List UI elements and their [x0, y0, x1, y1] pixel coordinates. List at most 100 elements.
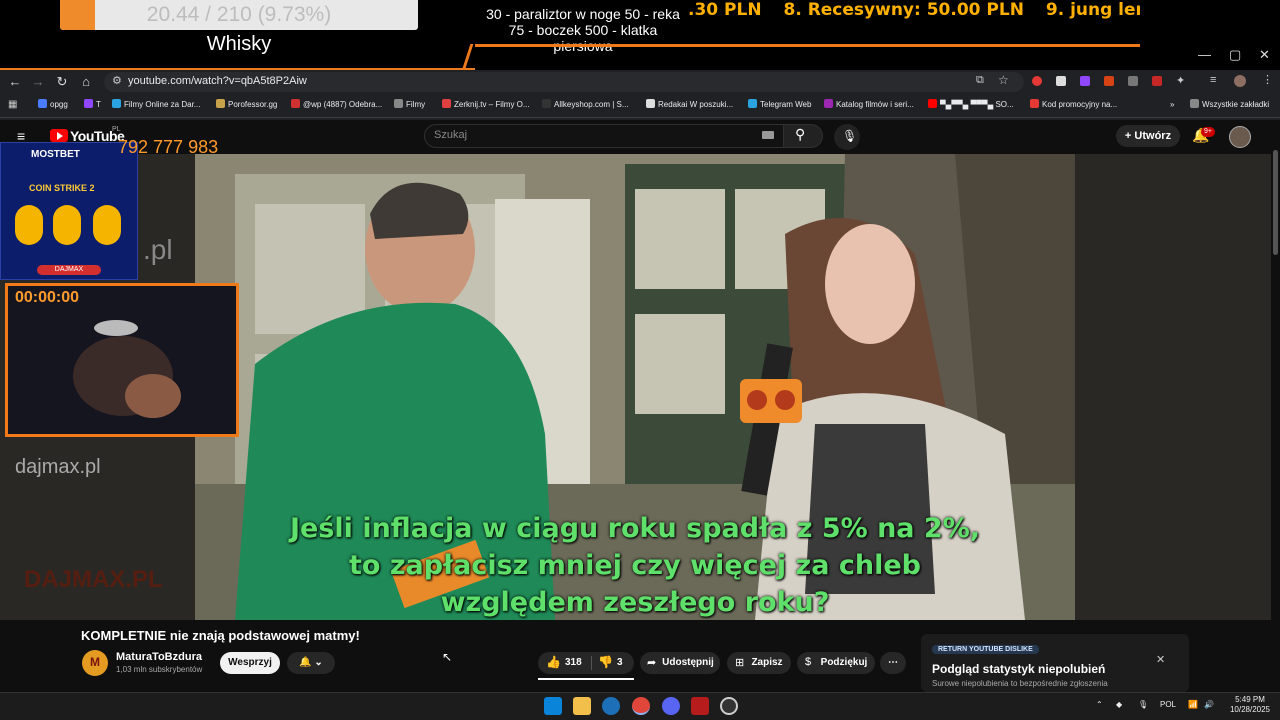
return-dislike-badge: RETURN YOUTUBE DISLIKE	[932, 645, 1039, 654]
language-indicator[interactable]: POL	[1160, 700, 1176, 709]
bookmark-favicon-icon	[394, 99, 403, 108]
bookmark-item[interactable]: Wszystkie zakładki	[1190, 99, 1269, 109]
bookmark-label: Porofessor.gg	[228, 100, 278, 109]
apps-grid-icon[interactable]: ▦	[8, 99, 17, 110]
close-window-button[interactable]: ✕	[1259, 47, 1270, 63]
bookmark-item[interactable]: »	[1158, 99, 1174, 109]
site-info-icon[interactable]: ⚙	[112, 74, 122, 87]
bookmark-item[interactable]: Filmy	[394, 99, 425, 109]
channel-name[interactable]: MaturaToBzdura	[116, 651, 202, 663]
donation-goal-text: 20.44 / 210 (9.73%)	[146, 3, 332, 26]
support-button[interactable]: Wesprzyj	[220, 652, 280, 674]
stream-timer: 00:00:00	[15, 289, 80, 306]
extension-icon[interactable]	[1128, 76, 1138, 86]
like-count[interactable]: 318	[565, 657, 582, 668]
steam-tray-icon[interactable]: ◆	[1116, 700, 1122, 709]
tray-chevron-icon[interactable]: ⌃	[1096, 700, 1103, 709]
donation-goal-name: Whisky	[206, 33, 272, 55]
bookmark-label: Katalog filmów i seri...	[836, 100, 914, 109]
thumbs-up-icon[interactable]: 👍	[546, 655, 561, 669]
discord-icon[interactable]	[662, 697, 680, 715]
coin-icon	[93, 205, 121, 245]
bookmark-favicon-icon	[291, 99, 300, 108]
install-app-icon[interactable]: ⧉	[976, 74, 984, 87]
extensions-puzzle-icon[interactable]: ✦	[1176, 74, 1185, 87]
bookmark-label: T	[96, 100, 101, 109]
extension-icon[interactable]	[1032, 76, 1042, 86]
mouse-cursor-icon: ↖	[442, 650, 453, 664]
bookmark-star-icon[interactable]: ☆	[998, 73, 1009, 87]
bookmark-label: Zerknij.tv – Filmy O...	[454, 100, 530, 109]
dislike-count[interactable]: 3	[617, 657, 623, 668]
media-control-icon[interactable]: ≡	[1210, 74, 1216, 86]
thumbs-down-icon[interactable]: 👎	[598, 655, 613, 669]
extension-icon[interactable]	[1104, 76, 1114, 86]
keyboard-icon[interactable]	[762, 131, 774, 139]
search-input[interactable]	[424, 124, 784, 148]
search-placeholder: Szukaj	[434, 129, 468, 141]
extension-icon[interactable]	[1080, 76, 1090, 86]
steam-icon[interactable]	[720, 697, 738, 715]
bookmark-item[interactable]: Katalog filmów i seri...	[824, 99, 914, 109]
casino-game-title: COIN STRIKE 2	[29, 183, 95, 193]
reload-button[interactable]: ↻	[52, 72, 72, 92]
close-icon[interactable]: ✕	[1156, 653, 1165, 666]
profile-avatar[interactable]	[1234, 75, 1246, 87]
bookmark-item[interactable]: Allkeyshop.com | S...	[542, 99, 629, 109]
bookmark-favicon-icon	[928, 99, 937, 108]
ticker-item: 8. Recesywny: 50.00 PLN	[783, 0, 1024, 20]
url-text[interactable]: youtube.com/watch?v=qbA5t8P2Aiw	[128, 75, 307, 87]
bookmark-item[interactable]: T	[84, 99, 101, 109]
chrome-icon[interactable]	[632, 697, 650, 715]
create-button[interactable]: + Utwórz	[1116, 125, 1180, 147]
channel-subscribers: 1,03 mln subskrybentów	[116, 665, 203, 674]
bookmark-favicon-icon	[442, 99, 451, 108]
bookmark-favicon-icon	[84, 99, 93, 108]
bookmark-item[interactable]: ▀▄▀▀▄ ▀▀▀▄ SO...	[928, 99, 1014, 109]
bookmark-item[interactable]: @wp (4887) Odebra...	[291, 99, 382, 109]
taskbar-clock[interactable]: 5:49 PM 10/28/2025	[1222, 695, 1278, 715]
home-button[interactable]: ⌂	[76, 72, 96, 92]
forward-button[interactable]: →	[28, 72, 48, 92]
bookmark-item[interactable]: Porofessor.gg	[216, 99, 277, 109]
extension-icon[interactable]	[1056, 76, 1066, 86]
app-icon[interactable]	[691, 697, 709, 715]
bookmark-item[interactable]: opgg	[38, 99, 68, 109]
thanks-icon: $	[805, 656, 812, 668]
bookmark-label: Filmy Online za Dar...	[124, 100, 201, 109]
bookmark-item[interactable]: Telegram Web	[748, 99, 811, 109]
bookmark-item[interactable]: Redakai W poszuki...	[646, 99, 733, 109]
volume-icon[interactable]: 🔊	[1204, 700, 1214, 709]
bookmark-label: Wszystkie zakładki	[1202, 100, 1270, 109]
bookmark-favicon-icon	[1158, 99, 1167, 108]
phone-number: 792 777 983	[118, 137, 219, 157]
notification-count-badge: 9+	[1201, 127, 1215, 137]
like-divider	[591, 656, 592, 670]
back-button[interactable]: ←	[5, 72, 25, 92]
bookmark-favicon-icon	[216, 99, 225, 108]
microphone-icon: 🎙	[842, 129, 858, 143]
maximize-button[interactable]: ▢	[1229, 47, 1241, 63]
extension-icon[interactable]	[1152, 76, 1162, 86]
bookmark-label: Redakai W poszuki...	[658, 100, 734, 109]
wifi-icon[interactable]: 📶	[1188, 700, 1198, 709]
browser-menu-icon[interactable]: ⋮	[1262, 73, 1273, 86]
ccleaner-icon[interactable]	[602, 697, 620, 715]
bookmark-item[interactable]: Zerknij.tv – Filmy O...	[442, 99, 530, 109]
donation-goal-bar: 20.44 / 210 (9.73%)	[60, 0, 418, 30]
minimize-button[interactable]: —	[1198, 47, 1211, 62]
more-actions-button[interactable]: ⋯	[880, 652, 906, 674]
windows-start-icon[interactable]	[544, 697, 562, 715]
casino-brand: MOSTBET	[31, 149, 80, 160]
subscription-bell-button[interactable]: 🔔 ⌄	[287, 652, 335, 674]
bookmark-item[interactable]: Filmy Online za Dar...	[112, 99, 200, 109]
account-avatar[interactable]	[1229, 126, 1251, 148]
mic-tray-icon[interactable]: 🎙	[1138, 700, 1148, 709]
dajmax-watermark: DAJMAX.PL	[24, 566, 163, 593]
webcam-feed	[8, 286, 236, 434]
scrollbar-thumb[interactable]	[1273, 150, 1278, 255]
file-explorer-icon[interactable]	[573, 697, 591, 715]
return-dislike-subtitle: Surowe niepolubienia to bezpośrednie zgł…	[932, 679, 1108, 688]
bookmark-item[interactable]: Kod promocyjny na...	[1030, 99, 1117, 109]
bookmark-favicon-icon	[1030, 99, 1039, 108]
